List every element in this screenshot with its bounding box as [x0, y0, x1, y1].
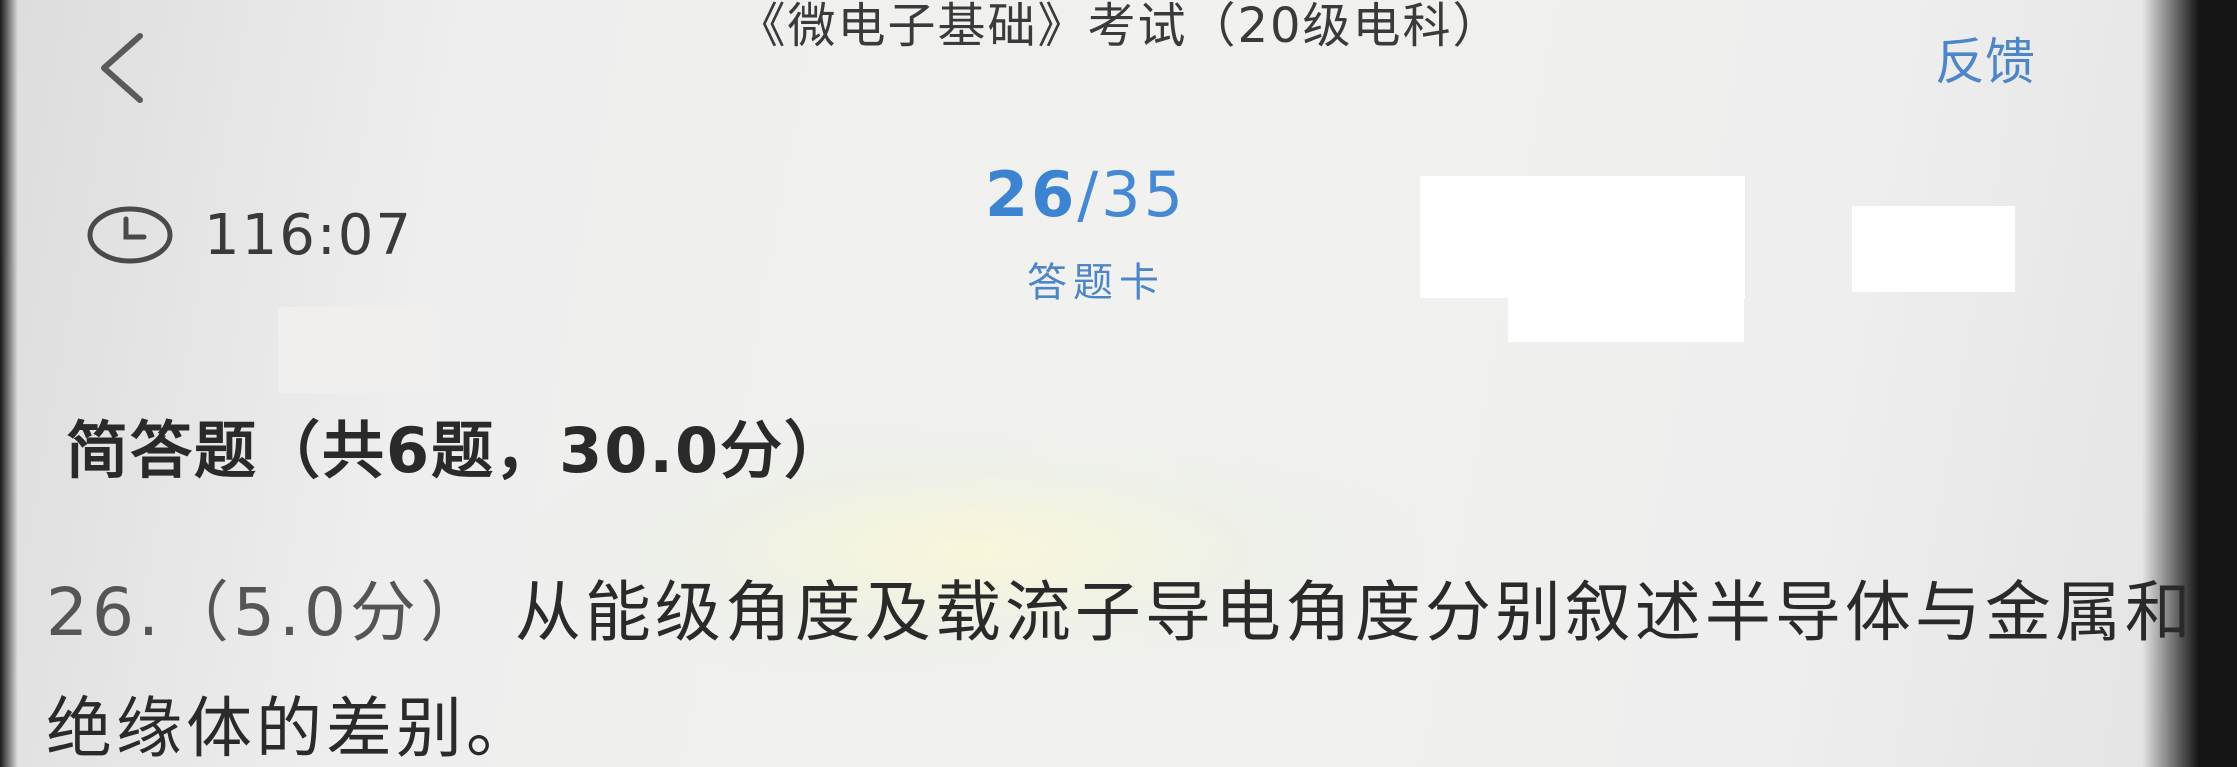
- countdown-timer: 116:07: [86, 200, 413, 270]
- redaction-block: [278, 307, 438, 393]
- redaction-block: [1508, 290, 1744, 342]
- chevron-left-icon[interactable]: [92, 28, 152, 108]
- total-question-count: 35: [1101, 158, 1187, 231]
- exam-title: 《微电子基础》考试（20级电科）: [737, 0, 1503, 54]
- question-score: （5.0分）: [162, 574, 490, 651]
- clock-icon: [86, 205, 174, 265]
- timer-value: 116:07: [204, 202, 414, 268]
- progress-separator: /: [1077, 158, 1102, 231]
- section-heading: 简答题（共6题，30.0分）: [66, 414, 849, 487]
- question-item: 26.（5.0分） 从能级角度及载流子导电角度分别叙述半导体与金属和绝缘体的差别…: [46, 555, 2216, 767]
- question-progress: 26/35: [985, 158, 1186, 231]
- phone-bezel-left: [0, 0, 18, 767]
- redaction-block: [1420, 176, 1745, 298]
- feedback-link[interactable]: 反馈: [1935, 22, 2035, 94]
- exam-screen: 《微电子基础》考试（20级电科） 反馈 116:07 26/35 答题卡 简答题…: [0, 0, 2237, 767]
- redaction-block: [1852, 206, 2015, 292]
- answer-card-button[interactable]: 答题卡: [1027, 250, 1165, 308]
- current-question-number: 26: [985, 158, 1078, 231]
- question-number: 26.: [46, 574, 163, 651]
